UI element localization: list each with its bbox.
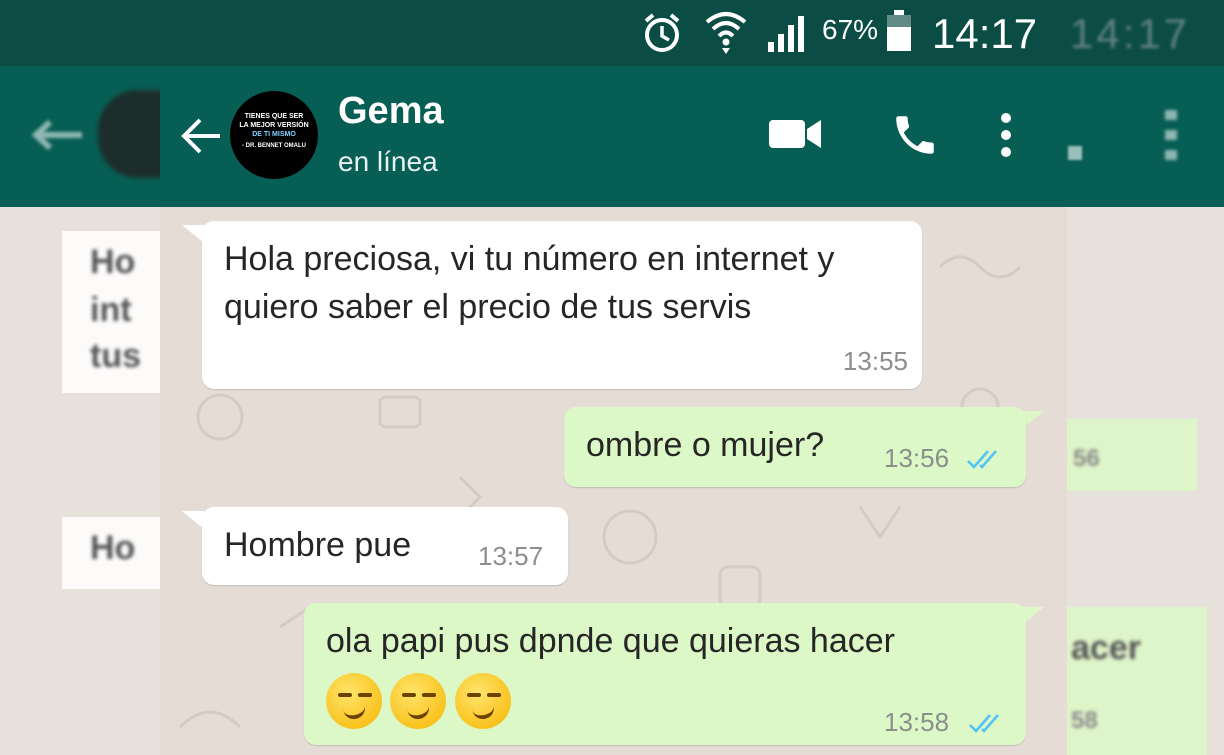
header-main: TIENES QUE SER LA MEJOR VERSIÓN DE TI MI… bbox=[160, 66, 1067, 207]
outgoing-message[interactable]: ola papi pus dpnde que quieras hacer 13:… bbox=[304, 603, 1026, 745]
chat-area[interactable]: Hola preciosa, vi tu número en internet … bbox=[160, 207, 1067, 755]
contact-status: en línea bbox=[338, 146, 438, 177]
ghost-text: 56 bbox=[1073, 445, 1100, 472]
avatar-line: DE TI MISMO bbox=[252, 131, 296, 138]
double-check-icon bbox=[969, 714, 999, 733]
status-clock: 14:17 bbox=[932, 10, 1038, 57]
double-check-icon bbox=[967, 450, 997, 469]
avatar-line: TIENES QUE SER bbox=[244, 113, 304, 120]
bubble-tail bbox=[182, 225, 204, 243]
status-clock-ghost: 14:17 bbox=[1070, 10, 1191, 57]
ghost-text: Ho bbox=[90, 529, 136, 567]
smirk-emoji-icon bbox=[454, 673, 511, 729]
incoming-message[interactable]: Hombre pue 13:57 bbox=[202, 507, 568, 585]
ghost-text: tus bbox=[90, 337, 141, 375]
outgoing-message[interactable]: ombre o mujer? 13:56 bbox=[564, 407, 1026, 487]
video-call-icon[interactable] bbox=[767, 116, 823, 152]
bubble-tail bbox=[182, 511, 204, 529]
status-bar: 67% 14:17 14:17 bbox=[0, 0, 1224, 66]
message-time: 13:55 bbox=[842, 346, 908, 376]
ghost-avatar bbox=[98, 90, 168, 178]
ghost-more-vert-icon bbox=[1165, 110, 1177, 160]
smirk-emoji-icon bbox=[326, 673, 382, 729]
contact-name[interactable]: Gema bbox=[338, 90, 444, 133]
battery-percent: 67% bbox=[822, 14, 879, 45]
battery-icon bbox=[887, 10, 911, 51]
avatar-line: - DR. BENNET OMALU bbox=[242, 143, 306, 149]
message-time: 13:56 bbox=[884, 443, 950, 473]
ghost-dot bbox=[1068, 146, 1082, 160]
ghost-chat-left: Ho int tus Ho bbox=[0, 207, 160, 755]
chat-header: TIENES QUE SER LA MEJOR VERSIÓN DE TI MI… bbox=[0, 66, 1224, 207]
alarm-icon bbox=[644, 13, 680, 52]
ghost-text: Ho bbox=[90, 243, 136, 281]
avatar-line: LA MEJOR VERSIÓN bbox=[239, 122, 309, 129]
message-text: Hola preciosa, vi tu número en internet … bbox=[224, 240, 835, 326]
avatar[interactable]: TIENES QUE SER LA MEJOR VERSIÓN DE TI MI… bbox=[230, 91, 318, 179]
ghost-back-arrow-icon bbox=[31, 120, 82, 150]
message-time: 13:57 bbox=[478, 541, 544, 571]
back-arrow-icon[interactable] bbox=[178, 116, 222, 156]
wifi-icon bbox=[705, 12, 747, 54]
incoming-message[interactable]: Hola preciosa, vi tu número en internet … bbox=[202, 221, 922, 389]
ghost-text: acer bbox=[1071, 629, 1141, 667]
ghost-text: 58 bbox=[1071, 707, 1098, 734]
ghost-text: int bbox=[90, 291, 132, 329]
message-text: ola papi pus dpnde que quieras hacer bbox=[326, 622, 895, 660]
more-vert-icon[interactable] bbox=[998, 110, 1014, 160]
message-time: 13:58 bbox=[884, 707, 950, 737]
signal-icon bbox=[768, 16, 804, 52]
smirk-emoji-icon bbox=[390, 673, 447, 729]
ghost-chat-right: 56 acer 58 bbox=[1067, 207, 1224, 755]
phone-call-icon[interactable] bbox=[890, 110, 940, 160]
